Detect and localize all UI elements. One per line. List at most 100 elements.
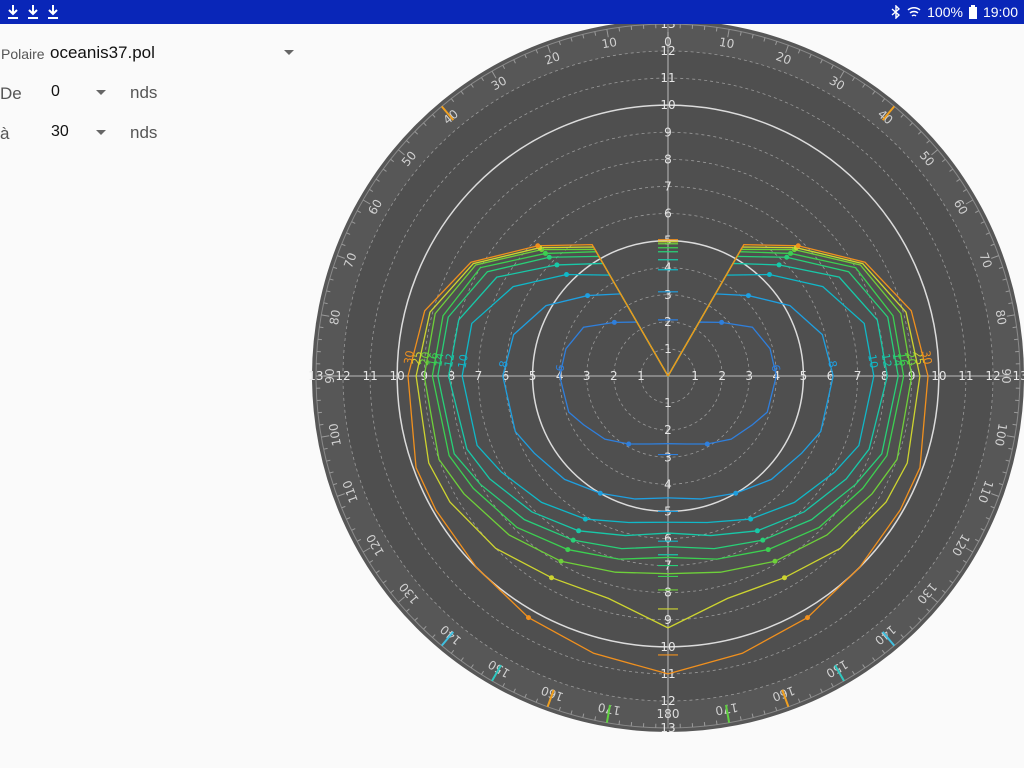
- angle-tick: [375, 570, 380, 574]
- angle-tick: [558, 706, 561, 711]
- angle-label: 10: [601, 35, 618, 51]
- polar-curve-14: [437, 255, 669, 550]
- angle-tick: [535, 49, 539, 54]
- angle-label: 160: [539, 683, 565, 704]
- angle-tick: [990, 243, 995, 247]
- angle-label: 170: [714, 700, 739, 718]
- from-speed-select[interactable]: 0: [50, 80, 112, 106]
- angle-tick: [949, 580, 954, 584]
- radial-tick-label: 12: [660, 44, 675, 58]
- radial-tick-label: 11: [660, 667, 675, 681]
- optimum-marker-8: [733, 490, 739, 496]
- angle-tick: [931, 149, 938, 156]
- angle-label: 120: [363, 532, 387, 559]
- radial-tick-label: 5: [664, 504, 672, 518]
- radial-tick-label: 6: [664, 207, 672, 221]
- curve-label-16: 16: [895, 351, 910, 367]
- radial-tick-label: 11: [362, 369, 377, 383]
- angle-label: 50: [917, 148, 938, 169]
- optimum-marker-12: [554, 262, 560, 268]
- radial-tick-label: 1: [691, 369, 699, 383]
- angle-tick: [450, 98, 455, 103]
- angle-tick: [941, 158, 946, 163]
- download-icon: [48, 5, 58, 19]
- curve-label-14: 14: [889, 352, 904, 368]
- bottom-angle-label: 180: [657, 707, 680, 721]
- angle-label: 100: [326, 422, 344, 447]
- radial-tick-label: 5: [529, 369, 537, 383]
- radial-tick-label: 11: [660, 71, 675, 85]
- angle-tick: [785, 45, 789, 53]
- angle-tick: [470, 83, 474, 88]
- angle-tick: [513, 688, 516, 693]
- optimum-marker-10: [564, 272, 570, 278]
- optimum-marker-20: [791, 247, 797, 253]
- angle-tick: [375, 178, 380, 182]
- angle-tick: [450, 649, 455, 654]
- angle-label: 80: [327, 309, 343, 326]
- curve-label-25: 25: [911, 350, 926, 366]
- angle-tick: [917, 131, 922, 135]
- angle-tick: [888, 106, 895, 113]
- angle-tick: [980, 528, 985, 531]
- angle-tick: [481, 77, 485, 82]
- radial-tick-label: 7: [854, 369, 862, 383]
- radial-tick-label: 3: [583, 369, 591, 383]
- rim-marker: [440, 631, 455, 647]
- radial-tick-label: 5: [800, 369, 808, 383]
- bluetooth-icon: [891, 5, 901, 19]
- speed-grid-circle: [531, 239, 805, 513]
- to-speed-select[interactable]: 30: [50, 120, 112, 146]
- angle-tick: [797, 49, 801, 54]
- angle-tick: [362, 199, 371, 205]
- angle-tick: [839, 673, 845, 682]
- curve-label-25: 25: [410, 350, 425, 366]
- polar-curve-16: [431, 251, 669, 560]
- optimum-marker-16: [788, 250, 794, 256]
- angle-tick: [323, 447, 328, 450]
- optimum-marker-6: [704, 441, 710, 447]
- angle-label: 140: [872, 622, 899, 647]
- angle-label: 20: [774, 49, 793, 67]
- angle-tick: [872, 657, 876, 662]
- angle-tick: [1006, 314, 1015, 317]
- curve-label-20: 20: [903, 351, 918, 367]
- angle-tick: [900, 114, 904, 118]
- optimum-marker-12: [776, 262, 782, 268]
- from-speed-value: 0: [51, 83, 60, 100]
- angle-tick: [460, 657, 464, 662]
- rim-marker: [725, 704, 731, 723]
- angle-label: 150: [824, 657, 851, 681]
- angle-tick: [962, 189, 967, 193]
- angle-tick: [1006, 435, 1015, 438]
- speed-grid-circle: [559, 267, 777, 485]
- angle-tick: [326, 290, 331, 293]
- polar-select[interactable]: oceanis37.pol: [50, 40, 298, 66]
- polar-chart[interactable]: 1010202030304040505060607070808090901001…: [0, 0, 1024, 768]
- angle-tick: [830, 683, 834, 688]
- angle-label: 80: [993, 309, 1009, 326]
- angle-tick: [962, 559, 967, 563]
- angle-tick: [491, 70, 497, 79]
- rim-marker: [781, 689, 790, 708]
- angle-tick: [558, 41, 561, 46]
- angle-tick: [323, 302, 328, 305]
- curve-label-6: 6: [769, 364, 783, 373]
- angle-tick: [329, 278, 334, 281]
- angle-tick: [319, 326, 324, 329]
- wifi-icon: [907, 6, 921, 17]
- angle-tick: [785, 699, 789, 707]
- angle-tick: [618, 27, 621, 32]
- optimum-marker-30: [526, 615, 532, 621]
- optimum-marker-8: [597, 490, 603, 496]
- optimum-marker-30: [535, 243, 541, 249]
- chevron-down-icon: [96, 90, 106, 95]
- angle-tick: [333, 483, 338, 486]
- optimum-marker-6: [626, 441, 632, 447]
- angle-tick: [502, 64, 506, 69]
- angle-tick: [441, 639, 448, 646]
- angle-tick: [432, 114, 436, 118]
- radial-tick-label: 7: [664, 559, 672, 573]
- polar-curve-12: [447, 262, 669, 537]
- polar-curve-25: [667, 246, 921, 629]
